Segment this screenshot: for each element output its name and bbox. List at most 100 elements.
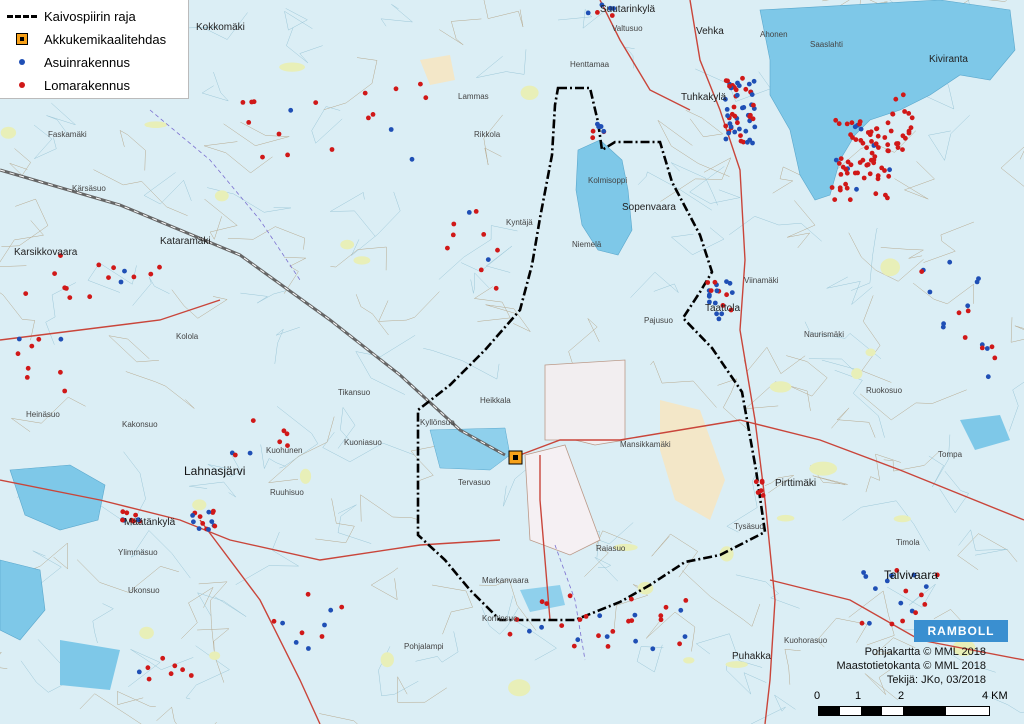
- place-label: Kyllönsuo: [420, 418, 455, 427]
- legend-label: Lomarakennus: [44, 77, 130, 93]
- holiday-building-marker: [145, 665, 151, 671]
- residential-building-marker: [206, 509, 212, 515]
- holiday-building-marker: [888, 128, 894, 134]
- residential-building-marker: [724, 107, 730, 112]
- holiday-building-marker: [875, 173, 881, 179]
- residential-building-marker: [729, 290, 735, 295]
- place-label: Raiasuo: [596, 544, 626, 553]
- legend-item-boundary: Kaivospiirin raja: [6, 6, 136, 26]
- facility-site: [544, 359, 626, 446]
- holiday-building-marker: [240, 100, 246, 105]
- place-label-kiviranta: Kiviranta: [929, 54, 968, 65]
- holiday-building-marker: [836, 121, 842, 127]
- meadow-patch: [340, 239, 355, 250]
- scale-tick-4km: 4 KM: [982, 690, 1008, 702]
- residential-building-marker: [247, 450, 253, 456]
- residential-building-marker: [196, 526, 202, 531]
- residential-building-marker: [288, 107, 294, 113]
- holiday-building-marker: [989, 344, 995, 350]
- place-label: Rikkola: [474, 130, 501, 139]
- place-label: Henttamaa: [570, 60, 610, 69]
- holiday-building-marker: [751, 102, 756, 108]
- ramboll-logo: RAMBOLL: [914, 620, 1008, 642]
- holiday-building-marker: [473, 209, 479, 214]
- holiday-building-marker: [260, 154, 265, 160]
- holiday-building-marker: [759, 478, 765, 484]
- map-legend: Kaivospiirin raja Akkukemikaalitehdas As…: [0, 0, 189, 99]
- holiday-building-marker: [24, 375, 30, 380]
- credit-topo-db: Maastotietokanta © MML 2018: [836, 660, 986, 672]
- holiday-building-marker: [596, 633, 601, 639]
- residential-building-marker: [854, 186, 859, 192]
- residential-building-marker: [306, 646, 311, 651]
- holiday-building-marker: [890, 111, 896, 117]
- holiday-building-marker: [277, 439, 283, 445]
- holiday-building-marker: [847, 197, 853, 203]
- facility-marker[interactable]: [508, 450, 523, 465]
- residential-building-marker: [280, 620, 285, 626]
- holiday-building-marker: [886, 173, 892, 179]
- holiday-building-marker: [869, 139, 874, 144]
- place-label: Ruuhisuo: [270, 488, 304, 497]
- meadow-patch: [192, 499, 207, 511]
- holiday-building-marker: [900, 92, 906, 98]
- holiday-building-marker: [902, 109, 907, 114]
- holiday-building-marker: [882, 135, 888, 140]
- holiday-building-marker: [740, 75, 745, 81]
- place-label: Kyntäjä: [506, 218, 533, 227]
- holiday-building-marker: [873, 191, 879, 197]
- holiday-building-marker: [146, 676, 152, 682]
- residential-building-marker: [485, 257, 491, 262]
- place-label-lahnasjarvi: Lahnasjärvi: [184, 464, 246, 478]
- meadow-patch: [380, 652, 394, 668]
- residential-building-marker: [585, 10, 591, 16]
- legend-item-cottage: Lomarakennus: [6, 75, 130, 95]
- place-label: Tysäsuo: [734, 522, 764, 531]
- meadow-patch: [776, 514, 795, 522]
- holiday-building-marker: [900, 133, 906, 139]
- scale-tick-1: 1: [855, 690, 862, 702]
- holiday-building-marker: [913, 610, 918, 616]
- residential-building-marker: [678, 607, 684, 613]
- holiday-building-marker: [864, 145, 869, 151]
- place-label: Ukonsuo: [128, 586, 160, 595]
- holiday-building-marker: [445, 245, 450, 251]
- holiday-building-marker: [864, 162, 870, 168]
- residential-building-marker: [650, 646, 656, 652]
- legend-label: Kaivospiirin raja: [44, 8, 136, 24]
- place-label: Naurismäki: [804, 330, 845, 339]
- holiday-building-marker: [658, 613, 664, 619]
- holiday-building-marker: [727, 83, 732, 89]
- scale-tick-2: 2: [898, 690, 905, 702]
- holiday-building-marker: [755, 490, 761, 495]
- holiday-building-marker: [729, 111, 735, 117]
- holiday-building-marker: [544, 601, 550, 606]
- residential-building-marker: [747, 137, 753, 143]
- residential-building-marker: [725, 113, 730, 119]
- holiday-building-marker: [493, 285, 499, 291]
- place-label-karsikkovaara: Karsikkovaara: [14, 247, 78, 258]
- holiday-building-marker: [62, 388, 68, 394]
- holiday-building-marker: [58, 369, 63, 375]
- holiday-building-marker: [843, 167, 849, 172]
- meadow-patch: [769, 381, 792, 393]
- residential-building-marker: [898, 600, 904, 606]
- residential-building-marker: [707, 292, 712, 298]
- holiday-building-marker: [96, 262, 102, 268]
- place-label: Timola: [896, 538, 920, 547]
- place-label: Saaslahti: [810, 40, 843, 49]
- holiday-building-marker: [832, 197, 838, 203]
- holiday-building-marker: [838, 156, 844, 162]
- scale-tick-0: 0: [814, 690, 821, 702]
- place-label-sopenvaara: Sopenvaara: [622, 202, 676, 213]
- place-label: Ylimmäsuo: [118, 548, 158, 557]
- residential-building-marker: [746, 81, 752, 87]
- residential-building-marker: [727, 121, 733, 126]
- residential-building-marker: [466, 210, 472, 215]
- place-label: Mansikkamäki: [620, 440, 671, 449]
- holiday-building-marker: [663, 604, 669, 610]
- holiday-building-marker: [867, 132, 873, 138]
- holiday-building-marker: [168, 671, 174, 677]
- square-marker-icon: [6, 33, 38, 45]
- residential-building-marker: [726, 130, 731, 136]
